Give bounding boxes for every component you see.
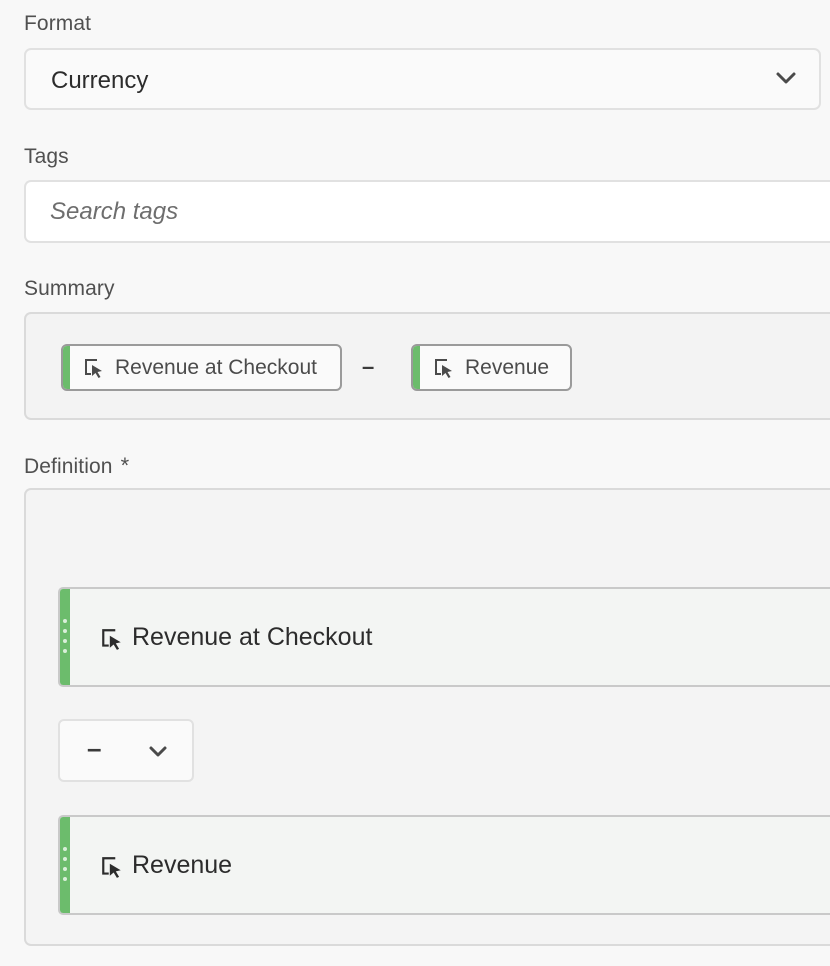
format-label: Format [24,12,92,35]
metric-cursor-icon [102,629,121,650]
operator-symbol: – [87,733,102,763]
tags-search-input[interactable] [24,180,830,243]
definition-component-label: Revenue at Checkout [132,623,373,651]
summary-chip-label: Revenue [465,355,550,379]
chevron-down-icon [776,72,796,84]
definition-label-text: Definition [24,455,113,478]
definition-component-revenue[interactable]: Revenue [58,815,830,915]
drag-handle[interactable] [60,589,70,685]
format-dropdown[interactable]: Currency [24,48,821,110]
summary-chip-revenue[interactable]: Revenue [411,344,572,391]
metric-cursor-icon [102,857,121,878]
summary-chip-revenue-at-checkout[interactable]: Revenue at Checkout [61,344,342,391]
drag-handle[interactable] [60,817,70,913]
operator-dropdown[interactable]: – [58,719,194,782]
definition-component-revenue-at-checkout[interactable]: Revenue at Checkout [58,587,830,687]
summary-panel: Revenue at Checkout – Revenue [24,312,830,420]
format-selected-value: Currency [51,67,149,94]
calculated-metric-editor: Format Currency Tags Summary Revenue at … [0,0,830,966]
metric-accent-bar [413,346,420,389]
metric-cursor-icon [85,358,102,378]
definition-label: Definition * [24,453,129,479]
summary-chip-label: Revenue at Checkout [115,355,317,379]
metric-accent-bar [63,346,70,389]
summary-label: Summary [24,277,115,300]
metric-cursor-icon [435,358,452,378]
definition-canvas[interactable]: Revenue at Checkout – Revenue [24,488,830,946]
definition-component-label: Revenue [132,851,233,879]
chevron-down-icon [149,746,167,757]
required-marker: * [120,453,130,478]
summary-operator: – [362,354,375,379]
tags-label: Tags [24,145,69,168]
